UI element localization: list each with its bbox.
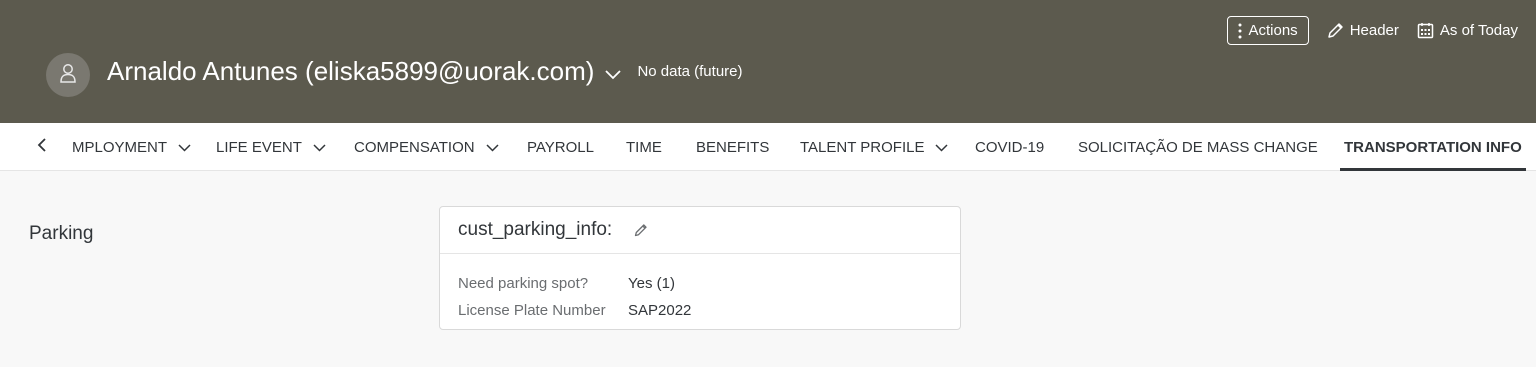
chevron-down-icon [486, 139, 499, 156]
field-row-license-plate: License Plate Number SAP2022 [458, 297, 942, 324]
pencil-icon [1327, 22, 1344, 39]
chevron-down-icon[interactable] [604, 68, 622, 80]
tab-label: COMPENSATION [354, 138, 475, 156]
tab-label: COVID-19 [975, 138, 1045, 156]
edit-pencil-icon[interactable] [634, 223, 648, 237]
tab-covid-19[interactable]: COVID-19 [975, 123, 1044, 171]
tab-label: PAYROLL [527, 138, 594, 156]
tab-bar: MPLOYMENT LIFE EVENT COMPENSATION PAYROL… [0, 123, 1536, 171]
tab-time[interactable]: TIME [626, 123, 662, 171]
tab-employment-clip: MPLOYMENT [72, 123, 192, 171]
field-value: Yes (1) [628, 275, 675, 292]
tab-label: TALENT PROFILE [800, 138, 925, 156]
person-name: Arnaldo Antunes (eliska5899@uorak.com) [107, 56, 595, 86]
as-of-date-button[interactable]: As of Today [1417, 16, 1518, 45]
card-body: Need parking spot? Yes (1) License Plate… [440, 254, 960, 324]
tab-label: MPLOYMENT [72, 138, 168, 156]
tab-benefits[interactable]: BENEFITS [696, 123, 769, 171]
tab-label: BENEFITS [696, 138, 770, 156]
tab-transportation-info[interactable]: TRANSPORTATION INFO [1340, 123, 1526, 171]
tab-compensation[interactable]: COMPENSATION [354, 123, 499, 171]
profile-header: Actions Header As of Today Arnaldo Antun… [0, 0, 1536, 123]
header-toolbar: Actions Header As of Today [1227, 16, 1518, 45]
tab-talent-profile[interactable]: TALENT PROFILE [800, 123, 949, 171]
parking-info-card: cust_parking_info: Need parking spot? Ye… [439, 206, 961, 330]
avatar [46, 53, 90, 97]
tab-life-event[interactable]: LIFE EVENT [216, 123, 326, 171]
person-icon [59, 63, 77, 88]
tab-payroll[interactable]: PAYROLL [527, 123, 594, 171]
section-title: Parking [29, 223, 94, 244]
tab-label: SOLICITAÇÃO DE MASS CHANGE [1078, 138, 1318, 156]
actions-button[interactable]: Actions [1227, 16, 1309, 45]
field-row-need-parking: Need parking spot? Yes (1) [458, 270, 942, 297]
card-header: cust_parking_info: [440, 207, 960, 254]
as-of-label: As of Today [1439, 22, 1518, 39]
tab-label: TRANSPORTATION INFO [1344, 138, 1522, 156]
status-text: No data (future) [637, 62, 743, 80]
card-title: cust_parking_info: [458, 219, 613, 240]
more-vertical-icon [1238, 23, 1242, 39]
scroll-left-button[interactable] [30, 137, 54, 157]
field-value: SAP2022 [628, 302, 692, 319]
calendar-icon [1417, 22, 1434, 39]
tab-solicitacao-mass-change[interactable]: SOLICITAÇÃO DE MASS CHANGE [1078, 123, 1318, 171]
chevron-down-icon [313, 139, 326, 156]
field-label: License Plate Number [458, 302, 606, 319]
chevron-left-icon [37, 137, 47, 158]
tab-label: LIFE EVENT [216, 138, 302, 156]
actions-label: Actions [1248, 22, 1298, 39]
chevron-down-icon [178, 139, 191, 156]
tab-employment[interactable]: MPLOYMENT [72, 123, 191, 171]
profile-name-row: Arnaldo Antunes (eliska5899@uorak.com) N… [107, 55, 743, 87]
tab-label: TIME [626, 138, 662, 156]
chevron-down-icon [935, 139, 949, 156]
header-label: Header [1349, 22, 1399, 39]
field-label: Need parking spot? [458, 275, 589, 292]
header-button[interactable]: Header [1327, 16, 1399, 45]
